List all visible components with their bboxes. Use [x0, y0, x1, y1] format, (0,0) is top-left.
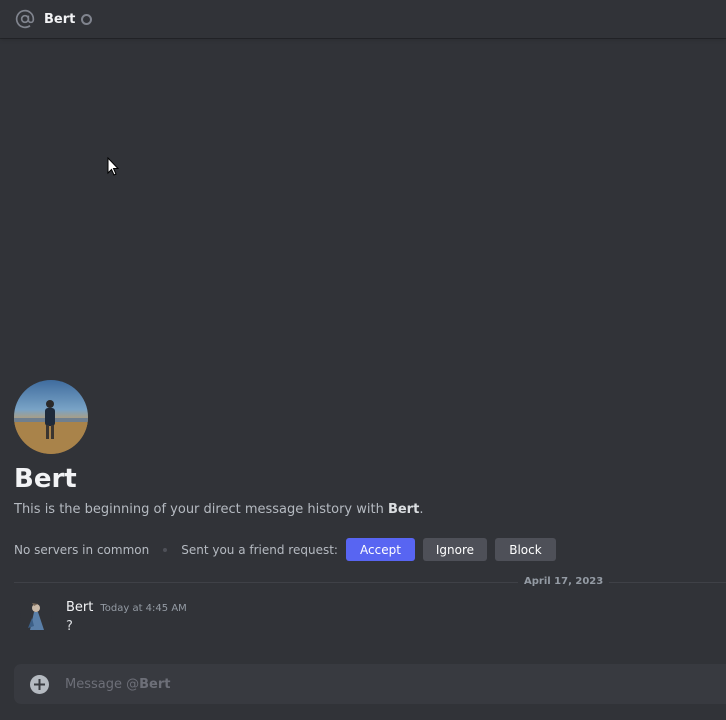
- message-body: Bert Today at 4:45 AM ?: [66, 600, 187, 634]
- profile-name: Bert: [14, 464, 77, 494]
- offline-status-icon: [81, 13, 93, 25]
- message-input[interactable]: Message @Bert: [65, 677, 170, 692]
- mouse-cursor-icon: [107, 156, 120, 180]
- message-timestamp: Today at 4:45 AM: [100, 603, 187, 614]
- separator-dot: [163, 547, 168, 552]
- friend-request-label: Sent you a friend request:: [181, 542, 338, 557]
- dm-intro-username: Bert: [387, 502, 420, 517]
- user-avatar-large[interactable]: [14, 380, 88, 454]
- plus-circle-icon[interactable]: [30, 674, 49, 694]
- message-content: ?: [66, 619, 73, 634]
- accept-button[interactable]: Accept: [345, 538, 415, 561]
- at-sign-icon: [14, 8, 36, 30]
- header-username[interactable]: Bert: [44, 12, 75, 27]
- dm-intro: Bert This is the beginning of your direc…: [14, 380, 423, 517]
- message-composer[interactable]: Message @Bert: [14, 664, 726, 704]
- message-input-placeholder: Message @: [65, 676, 140, 692]
- friend-request-bar: No servers in common Sent you a friend r…: [14, 538, 556, 561]
- date-divider-line: [14, 582, 726, 583]
- message-author[interactable]: Bert: [66, 600, 93, 615]
- message-avatar[interactable]: [20, 600, 52, 632]
- message-header: Bert Today at 4:45 AM: [66, 600, 187, 615]
- date-divider-label: April 17, 2023: [518, 576, 610, 587]
- message-input-recipient: Bert: [139, 676, 171, 692]
- dm-intro-text: This is the beginning of your direct mes…: [14, 502, 388, 517]
- block-button[interactable]: Block: [494, 538, 556, 561]
- dm-intro-suffix: .: [419, 502, 424, 517]
- ignore-button[interactable]: Ignore: [422, 538, 487, 561]
- dm-intro-description: This is the beginning of your direct mes…: [14, 502, 423, 517]
- mutual-servers-label: No servers in common: [14, 542, 150, 557]
- message-item: Bert Today at 4:45 AM ?: [20, 600, 187, 634]
- dm-header: Bert: [0, 0, 726, 38]
